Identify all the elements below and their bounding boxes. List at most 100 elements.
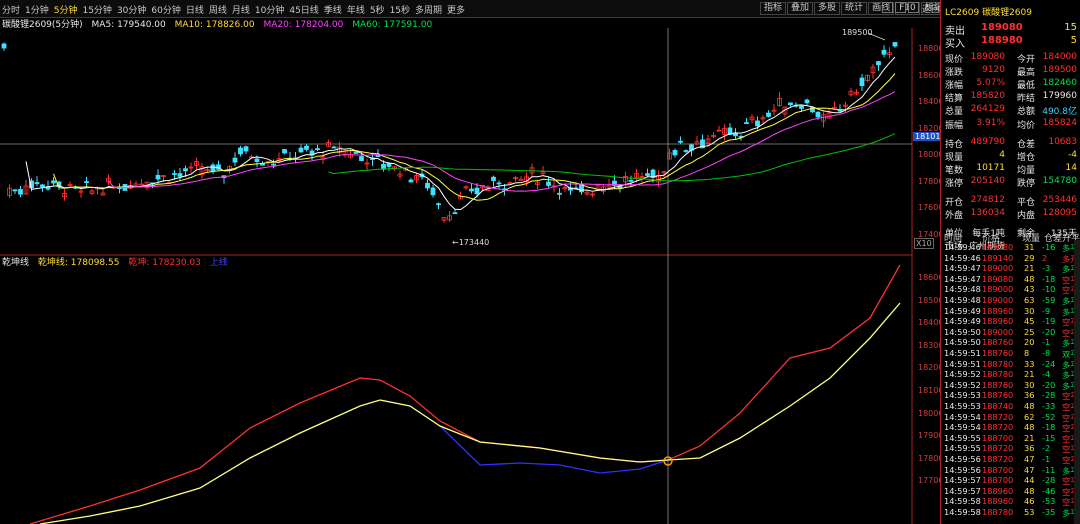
tab-timeframe[interactable]: 年线 [347, 3, 365, 16]
tick-row: 14:59:57 188700 44 -28 空平 [944, 475, 1078, 486]
quote-value: 205140 [970, 175, 1005, 186]
close-icon[interactable] [908, 2, 919, 13]
candle-body [304, 145, 309, 150]
ma10-line [53, 73, 896, 201]
tick-row: 14:59:49 188960 45 -19 空平 [944, 316, 1078, 327]
candle-body [452, 212, 458, 215]
maximize-icon[interactable] [895, 2, 906, 13]
quote-label: 总量 [945, 107, 964, 118]
quote-label: 最低 [1017, 81, 1036, 92]
candle-body [436, 203, 441, 206]
tick-cell: 14:59:47 [944, 273, 981, 284]
tick-cell: -1 [1042, 454, 1051, 464]
indicator-red-line [29, 264, 901, 524]
tick-cell: 188700 [982, 475, 1014, 486]
tick-cell: 189080 [982, 242, 1014, 252]
tick-cell: 14:59:46 [944, 242, 981, 252]
tick-cell: -2 [1042, 443, 1051, 454]
tab-timeframe[interactable]: 5秒 [370, 3, 385, 16]
back-button[interactable]: 返回 [922, 2, 940, 15]
candle-body [298, 147, 304, 153]
tick-cell: 14:59:56 [944, 464, 981, 475]
tool-button[interactable]: 多股 [814, 2, 841, 15]
tab-timeframe[interactable]: 60分钟 [151, 3, 180, 16]
tick-cell: -33 [1042, 401, 1056, 411]
kline-chart[interactable]: 189500 ←173440 [0, 28, 940, 524]
tab-timeframe[interactable]: 5分钟 [54, 3, 78, 16]
candle-body [155, 174, 161, 180]
tab-timeframe[interactable]: 45日线 [289, 3, 318, 16]
candle-body [172, 173, 177, 175]
tick-cell: 188960 [982, 305, 1014, 316]
tick-cell: 188760 [982, 348, 1014, 358]
tab-timeframe[interactable]: 1分钟 [25, 3, 49, 16]
tick-row: 14:59:54 188720 48 -18 空平 [944, 422, 1078, 433]
tick-cell: 8 [1024, 348, 1030, 358]
crosshair-price-label: 18101 [913, 132, 943, 141]
quote-value: 490.8亿 [1042, 107, 1077, 118]
candle-body [1, 43, 7, 49]
tab-timeframe[interactable]: 15秒 [390, 3, 410, 16]
ma60-line [328, 133, 896, 182]
tick-row: 14:59:55 188720 36 -2 空平 [944, 443, 1078, 454]
tick-cell: 188960 [982, 316, 1014, 327]
timeframe-tabs: 分时 1分钟 5分钟 15分钟 30分钟 60分钟 日线 周线 月线 10分钟 45日线 季线 年线 5秒… [2, 3, 470, 16]
candle-body [744, 122, 749, 124]
tick-cell: 14:59:48 [944, 295, 981, 305]
low-annotation: ←173440 [452, 238, 489, 247]
tab-timeframe[interactable]: 日线 [186, 3, 204, 16]
tick-cell: 189000 [982, 326, 1014, 337]
tick-cell: -1 [1042, 337, 1051, 348]
tab-timeframe[interactable]: 15分钟 [82, 3, 111, 16]
tick-row: 14:59:58 188960 46 -53 空平 [944, 496, 1078, 507]
candle-body [84, 181, 89, 183]
candle-body [474, 187, 480, 195]
buy-label: 买入 [945, 39, 965, 50]
tab-timeframe[interactable]: 季线 [324, 3, 342, 16]
tool-button[interactable]: 指标 [760, 2, 787, 15]
quote-row: 现量 4 增仓 -4 [945, 150, 1077, 163]
tab-timeframe[interactable]: 月线 [232, 3, 250, 16]
candle-body [282, 149, 287, 154]
candle-body [210, 164, 216, 172]
tab-timeframe[interactable]: 更多 [447, 3, 465, 16]
tab-timeframe[interactable]: 10分钟 [255, 3, 284, 16]
window-controls [880, 2, 919, 16]
tick-cell: 48 [1024, 485, 1035, 496]
candle-body [430, 187, 436, 196]
tab-timeframe[interactable]: 多周期 [415, 3, 442, 16]
tick-cell: -59 [1042, 295, 1056, 305]
tick-cell: -3 [1042, 263, 1051, 274]
restore-icon[interactable] [882, 2, 893, 13]
quote-row: 涨幅 5.07% 最低 182460 [945, 78, 1077, 92]
tick-cell: 188700 [982, 432, 1014, 443]
zoom-label[interactable]: X10 [914, 238, 934, 249]
quote-label: 内盘 [1017, 211, 1036, 222]
tick-cell: 14:59:52 [944, 379, 981, 390]
tab-timeframe[interactable]: 周线 [209, 3, 227, 16]
tool-button[interactable]: 统计 [841, 2, 868, 15]
tab-timeframe[interactable]: 分时 [2, 3, 20, 16]
quote-value: 136034 [970, 208, 1005, 219]
quote-label: 今开 [1017, 55, 1036, 65]
quote-label: 现价 [945, 55, 964, 65]
tick-cell: 44 [1024, 475, 1035, 486]
tick-row: 14:59:47 189000 21 -3 多平 [944, 263, 1078, 274]
tick-cell: -4 [1042, 369, 1051, 380]
tick-cell: 29 [1024, 252, 1035, 263]
tick-cell: 14:59:50 [944, 337, 981, 348]
tick-cell: 189000 [982, 284, 1014, 295]
tick-cell: 189000 [982, 295, 1014, 305]
tick-cell: -20 [1042, 326, 1056, 337]
tool-button[interactable]: 叠加 [787, 2, 814, 15]
tick-cell: 14:59:55 [944, 432, 981, 443]
quote-label: 总额 [1017, 107, 1036, 118]
candle-body [12, 189, 18, 192]
tab-timeframe[interactable]: 30分钟 [117, 3, 146, 16]
tick-scrollbar[interactable] [1074, 240, 1080, 524]
tick-cell: 188740 [982, 401, 1014, 411]
ma20-line [108, 91, 896, 192]
candle-body [315, 148, 320, 151]
quote-value: 179960 [1042, 91, 1077, 102]
quote-value: 3.91% [976, 117, 1005, 128]
